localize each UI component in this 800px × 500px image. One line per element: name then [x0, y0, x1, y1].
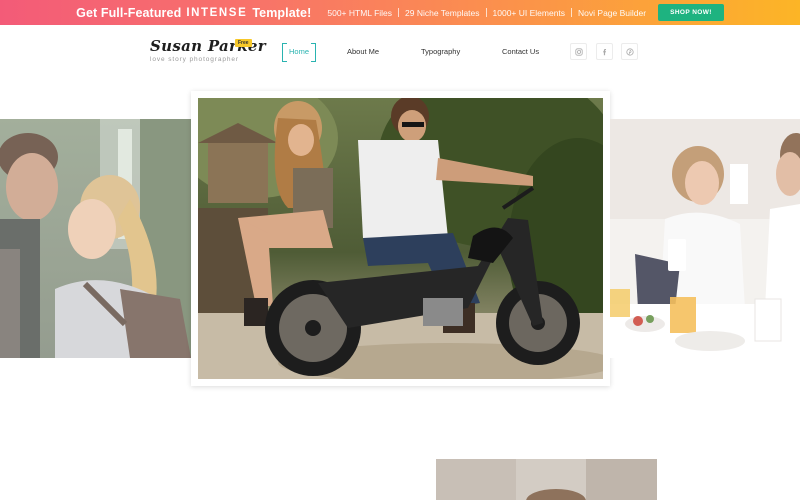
promo-feature: 500+ HTML Files [327, 7, 393, 18]
nav-item-contact-us[interactable]: Contact Us [502, 43, 539, 61]
promo-feature: Novi Page Builder [578, 7, 647, 18]
promo-brand: INTENSE [186, 6, 248, 19]
site-logo[interactable]: Susan Parker Free love story photographe… [150, 37, 266, 63]
instagram-icon [574, 47, 583, 56]
free-badge: Free [235, 39, 252, 47]
nav-item-home[interactable]: Home [282, 43, 317, 62]
gallery-photo-partial[interactable] [436, 459, 657, 500]
slide-overlay [0, 119, 191, 358]
promo-banner[interactable]: Get Full-Featured INTENSE Template! 500+… [0, 0, 800, 25]
site-header: Susan Parker Free love story photographe… [0, 25, 800, 80]
promo-features: 500+ HTML Files 29 Niche Templates 1000+… [321, 8, 652, 18]
facebook-icon [602, 48, 606, 55]
promo-feature: 1000+ UI Elements [492, 7, 566, 18]
promo-feature: 29 Niche Templates [405, 7, 480, 18]
promo-headline-prefix: Get Full-Featured [76, 5, 182, 20]
slide-couple-forest[interactable] [0, 119, 191, 358]
instagram-link[interactable] [570, 43, 587, 60]
nav-item-typography[interactable]: Typography [421, 43, 460, 61]
slide-couple-motorcycle[interactable] [191, 91, 610, 386]
promo-headline: Get Full-Featured INTENSE Template! [76, 6, 311, 20]
pinterest-link[interactable] [621, 43, 638, 60]
gallery-photo [436, 459, 657, 500]
slide-overlay [610, 119, 800, 358]
nav-item-about-me[interactable]: About Me [347, 43, 379, 61]
shop-now-button[interactable]: SHOP NOW! [658, 4, 724, 21]
facebook-link[interactable] [596, 43, 613, 60]
pinterest-icon [625, 47, 634, 56]
slide-couple-breakfast[interactable] [610, 119, 800, 358]
promo-headline-suffix: Template! [252, 5, 312, 20]
couple-on-motorcycle-photo [198, 98, 603, 379]
logo-tagline: love story photographer [150, 56, 239, 63]
